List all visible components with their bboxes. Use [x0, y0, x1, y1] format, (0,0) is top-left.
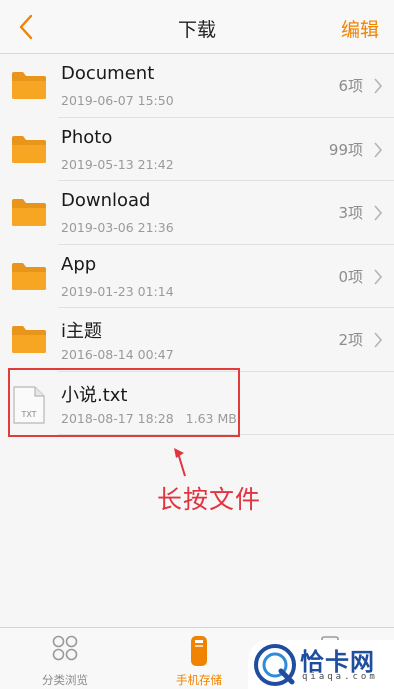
folder-item-count: 2项	[338, 331, 363, 349]
page-title: 下载	[177, 19, 216, 41]
folder-date: 2016-08-14 00:47	[61, 347, 174, 362]
folder-item-count: 99项	[328, 140, 363, 159]
folder-row-app[interactable]: App 2019-01-23 01:14 0项	[0, 245, 394, 308]
header-bar: 下载 编辑	[0, 0, 394, 54]
folder-icon	[12, 262, 46, 290]
tab-phone-storage[interactable]: 手机存储	[139, 628, 259, 689]
folder-name: Photo	[61, 126, 113, 148]
folder-date: 2019-05-13 21:42	[61, 156, 174, 172]
phone-storage-icon	[191, 636, 207, 666]
chevron-right-icon	[374, 141, 383, 158]
folder-row-photo[interactable]: Photo 2019-05-13 21:42 99项	[0, 118, 394, 181]
folder-row-document[interactable]: Document 2019-06-07 15:50 6项	[0, 54, 394, 118]
highlight-box	[8, 368, 240, 437]
folder-item-count: 6项	[338, 77, 363, 95]
folder-date: 2019-01-23 01:14	[61, 283, 174, 299]
tab-label: 分类浏览	[42, 673, 88, 687]
folder-icon	[12, 135, 46, 163]
folder-date: 2019-06-07 15:50	[61, 93, 174, 108]
watermark: 恰卡网 qiaqa.com	[248, 640, 394, 689]
folder-name: Download	[61, 190, 151, 211]
folder-row-download[interactable]: Download 2019-03-06 21:36 3项	[0, 181, 394, 245]
folder-icon	[12, 199, 46, 226]
folder-row-i-theme[interactable]: i主题 2016-08-14 00:47 2项	[0, 308, 394, 372]
folder-icon	[12, 72, 46, 99]
edit-button[interactable]: 编辑	[341, 15, 379, 42]
watermark-domain: qiaqa.com	[302, 672, 378, 682]
annotation-text: 长按文件	[157, 485, 262, 514]
folder-item-count: 0项	[338, 267, 363, 286]
arrow-up-icon	[174, 448, 186, 477]
chevron-right-icon	[374, 332, 383, 348]
grid-icon	[52, 635, 78, 661]
tab-category-browse[interactable]: 分类浏览	[5, 628, 125, 689]
chevron-right-icon	[374, 268, 383, 285]
chevron-right-icon	[374, 78, 383, 94]
folder-name: Document	[61, 63, 155, 84]
chevron-right-icon	[374, 205, 383, 221]
folder-date: 2019-03-06 21:36	[61, 220, 174, 235]
tab-label: 手机存储	[176, 673, 222, 687]
folder-item-count: 3项	[338, 204, 363, 222]
folder-icon	[12, 326, 46, 353]
folder-name: App	[61, 253, 97, 275]
watermark-logo-icon	[254, 644, 296, 686]
folder-name: i主题	[61, 321, 103, 342]
